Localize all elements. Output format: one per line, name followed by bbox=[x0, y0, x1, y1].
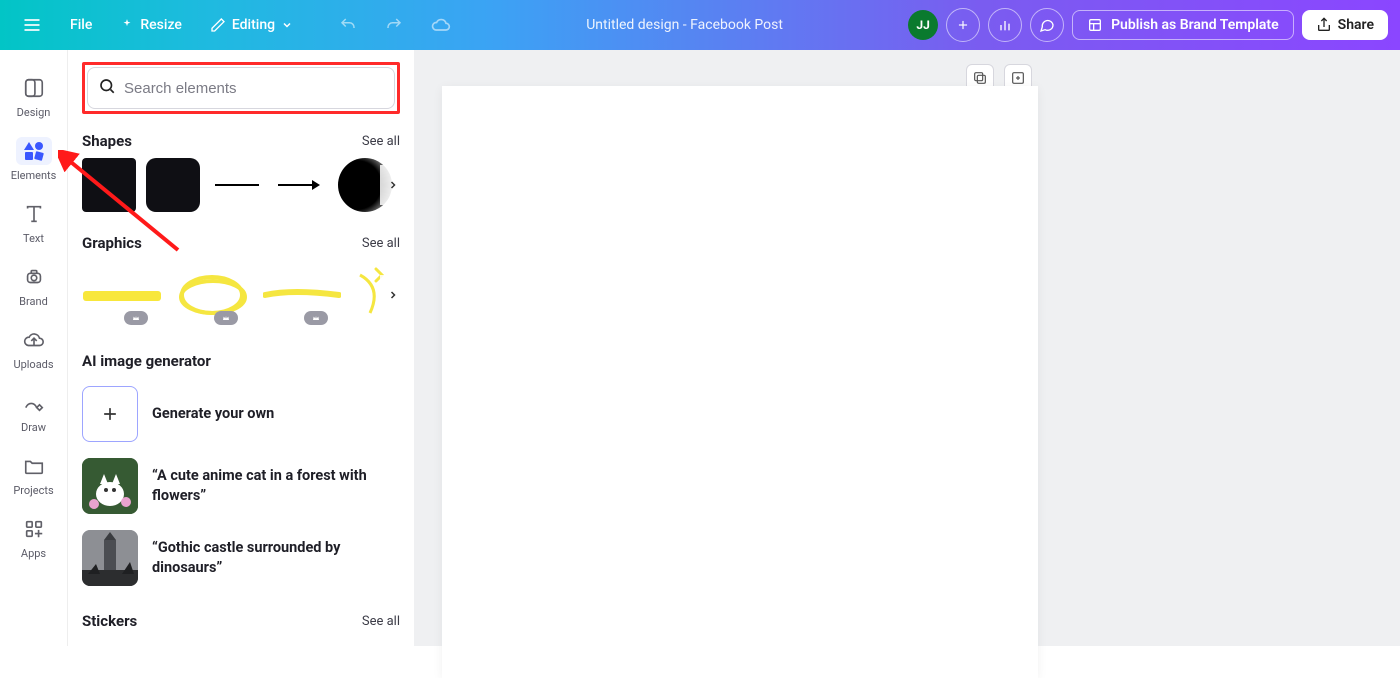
rail-draw[interactable]: Draw bbox=[6, 383, 62, 444]
rail-design[interactable]: Design bbox=[6, 68, 62, 129]
rail-elements[interactable]: Elements bbox=[6, 131, 62, 192]
canvas-area bbox=[414, 50, 1400, 646]
undo-icon bbox=[339, 16, 357, 34]
user-avatar[interactable]: JJ bbox=[908, 10, 938, 40]
draw-icon bbox=[16, 389, 52, 417]
comments-button[interactable] bbox=[1030, 8, 1064, 42]
analytics-button[interactable] bbox=[988, 8, 1022, 42]
rail-apps-label: Apps bbox=[21, 547, 46, 560]
add-member-button[interactable] bbox=[946, 8, 980, 42]
rail-brand[interactable]: Brand bbox=[6, 257, 62, 318]
graphics-more-button[interactable] bbox=[380, 275, 406, 315]
pencil-icon bbox=[210, 17, 226, 33]
shape-line[interactable] bbox=[210, 158, 264, 212]
ai-prompt-castle-thumb bbox=[82, 530, 138, 586]
rail-text[interactable]: Text bbox=[6, 194, 62, 255]
text-icon bbox=[16, 200, 52, 228]
cloud-icon bbox=[431, 15, 451, 35]
ai-title: AI image generator bbox=[82, 352, 211, 370]
rail-uploads[interactable]: Uploads bbox=[6, 320, 62, 381]
shapes-header: Shapes See all bbox=[82, 132, 400, 150]
ai-header: AI image generator bbox=[82, 352, 400, 370]
share-button[interactable]: Share bbox=[1302, 10, 1388, 40]
ai-generate-own[interactable]: Generate your own bbox=[82, 378, 400, 450]
rail-elements-label: Elements bbox=[11, 169, 57, 182]
publish-label: Publish as Brand Template bbox=[1111, 17, 1279, 33]
graphic-brush-stroke[interactable] bbox=[82, 263, 162, 327]
apps-icon bbox=[16, 515, 52, 543]
ai-prompt-castle[interactable]: “Gothic castle surrounded by dinosaurs” bbox=[82, 522, 400, 594]
shape-arrow[interactable] bbox=[274, 158, 328, 212]
rail-draw-label: Draw bbox=[21, 421, 46, 434]
file-menu[interactable]: File bbox=[60, 11, 102, 39]
rail-projects[interactable]: Projects bbox=[6, 446, 62, 507]
shapes-more-button[interactable] bbox=[380, 165, 406, 205]
menu-icon bbox=[22, 15, 42, 35]
editing-label: Editing bbox=[232, 17, 275, 33]
elements-panel: Shapes See all Graphics See all bbox=[68, 50, 414, 646]
rail-text-label: Text bbox=[23, 232, 44, 245]
stickers-title: Stickers bbox=[82, 612, 137, 630]
shapes-title: Shapes bbox=[82, 132, 132, 150]
search-icon bbox=[98, 77, 116, 99]
chevron-down-icon bbox=[281, 19, 293, 31]
premium-badge-icon bbox=[304, 311, 328, 325]
publish-brand-template-button[interactable]: Publish as Brand Template bbox=[1072, 10, 1294, 40]
hamburger-menu[interactable] bbox=[12, 9, 52, 41]
ai-prompt-cat-label: “A cute anime cat in a forest with flowe… bbox=[152, 466, 400, 505]
plus-icon bbox=[956, 18, 970, 32]
elements-icon bbox=[16, 137, 52, 165]
main-area: Design Elements Text Brand bbox=[0, 50, 1400, 646]
premium-badge-icon bbox=[214, 311, 238, 325]
ai-prompt-cat-thumb bbox=[82, 458, 138, 514]
search-highlight-annotation bbox=[82, 62, 400, 114]
side-rail: Design Elements Text Brand bbox=[0, 50, 68, 646]
cloud-sync-button[interactable] bbox=[421, 9, 461, 41]
template-icon bbox=[1087, 17, 1103, 33]
graphics-row bbox=[82, 260, 400, 330]
sparkle-icon bbox=[120, 18, 134, 32]
uploads-icon bbox=[16, 326, 52, 354]
chart-icon bbox=[997, 17, 1013, 33]
rail-uploads-label: Uploads bbox=[13, 358, 53, 371]
search-input[interactable] bbox=[124, 80, 384, 97]
resize-label: Resize bbox=[140, 17, 182, 33]
rail-apps[interactable]: Apps bbox=[6, 509, 62, 570]
share-label: Share bbox=[1338, 17, 1374, 33]
design-canvas[interactable] bbox=[442, 86, 1038, 678]
editing-mode-button[interactable]: Editing bbox=[200, 11, 303, 39]
plus-thumb-icon bbox=[82, 386, 138, 442]
shape-rounded-square[interactable] bbox=[146, 158, 200, 212]
ai-generate-label: Generate your own bbox=[152, 404, 274, 424]
premium-badge-icon bbox=[124, 311, 148, 325]
brand-icon bbox=[16, 263, 52, 291]
ai-prompt-castle-label: “Gothic castle surrounded by dinosaurs” bbox=[152, 538, 400, 577]
stickers-see-all[interactable]: See all bbox=[362, 614, 400, 629]
graphics-header: Graphics See all bbox=[82, 234, 400, 252]
undo-button[interactable] bbox=[329, 10, 367, 40]
stickers-header: Stickers See all bbox=[82, 612, 400, 630]
shapes-row bbox=[82, 158, 400, 212]
document-title[interactable]: Untitled design - Facebook Post bbox=[469, 17, 900, 33]
search-elements[interactable] bbox=[87, 67, 395, 109]
graphic-underline[interactable] bbox=[262, 263, 342, 327]
comment-icon bbox=[1039, 17, 1055, 33]
shapes-see-all[interactable]: See all bbox=[362, 134, 400, 149]
graphics-title: Graphics bbox=[82, 234, 142, 252]
redo-icon bbox=[385, 16, 403, 34]
design-icon bbox=[16, 74, 52, 102]
rail-projects-label: Projects bbox=[13, 484, 53, 497]
shape-square[interactable] bbox=[82, 158, 136, 212]
graphic-scribble-circle[interactable] bbox=[172, 263, 252, 327]
file-label: File bbox=[70, 17, 92, 33]
ai-prompt-cat[interactable]: “A cute anime cat in a forest with flowe… bbox=[82, 450, 400, 522]
rail-brand-label: Brand bbox=[19, 295, 48, 308]
resize-button[interactable]: Resize bbox=[110, 11, 192, 39]
projects-icon bbox=[16, 452, 52, 480]
redo-button[interactable] bbox=[375, 10, 413, 40]
top-bar: File Resize Editing Untitled design - Fa… bbox=[0, 0, 1400, 50]
graphics-see-all[interactable]: See all bbox=[362, 236, 400, 251]
share-icon bbox=[1316, 17, 1332, 33]
rail-design-label: Design bbox=[17, 106, 51, 119]
